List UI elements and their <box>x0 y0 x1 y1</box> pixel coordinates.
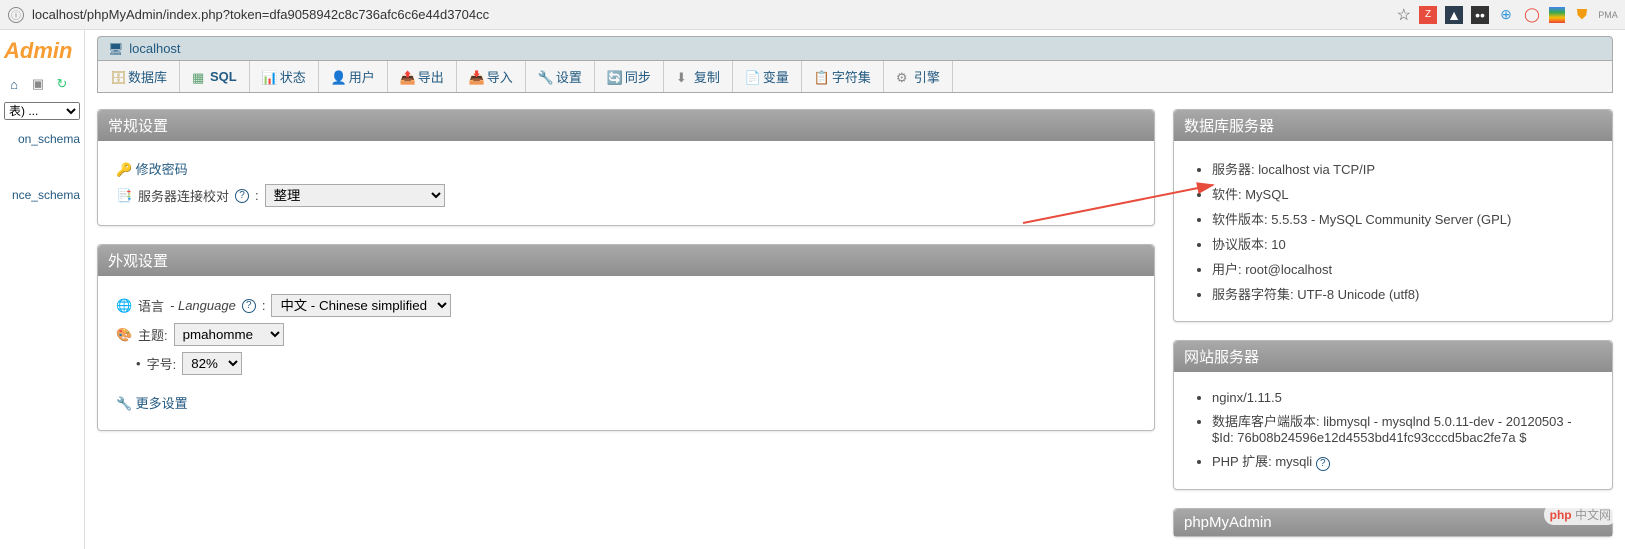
language-label-en: - Language <box>170 298 236 313</box>
theme-label: 主题: <box>138 325 168 344</box>
language-icon: 🌐 <box>116 298 132 314</box>
watermark: php 中文网 <box>1544 504 1617 525</box>
ext-icon-5[interactable]: ◯ <box>1523 6 1541 24</box>
database-select[interactable]: 表) ... <box>4 102 80 120</box>
theme-select[interactable]: pmahomme <box>174 323 284 346</box>
sql-icon: ▦ <box>192 70 206 84</box>
panel-title: 外观设置 <box>98 245 1154 276</box>
help-icon[interactable]: ? <box>235 189 249 203</box>
tab-replication[interactable]: ⬇复制 <box>664 61 733 92</box>
collation-icon: 📑 <box>116 188 132 204</box>
db-server-item: 服务器字符集: UTF-8 Unicode (utf8) <box>1212 284 1594 303</box>
tab-export[interactable]: 📤导出 <box>388 61 457 92</box>
star-icon[interactable]: ☆ <box>1397 5 1411 25</box>
db-server-panel: 数据库服务器 服务器: localhost via TCP/IP 软件: MyS… <box>1173 109 1613 322</box>
appearance-settings-panel: 外观设置 🌐 语言 - Language ?: 中文 - Chinese sim… <box>97 244 1155 431</box>
replication-icon: ⬇ <box>676 70 690 84</box>
db-server-item: 软件版本: 5.5.53 - MySQL Community Server (G… <box>1212 209 1594 228</box>
db-server-item: 软件: MySQL <box>1212 184 1594 203</box>
panel-title: 网站服务器 <box>1174 341 1612 372</box>
ext-icon-6[interactable] <box>1549 7 1565 23</box>
tabs: 🗄数据库 ▦SQL 📊状态 👤用户 📤导出 📥导入 🔧设置 🔄同步 ⬇复制 📄变… <box>97 61 1613 93</box>
tab-settings[interactable]: 🔧设置 <box>526 61 595 92</box>
tab-import[interactable]: 📥导入 <box>457 61 526 92</box>
users-icon: 👤 <box>331 70 345 84</box>
sidebar-db-item[interactable]: on_schema <box>0 126 84 152</box>
database-icon: 🗄 <box>110 70 124 84</box>
info-icon[interactable]: ⓘ <box>8 7 24 23</box>
ext-icon-1[interactable]: Z <box>1419 6 1437 24</box>
ext-icon-3[interactable]: •• <box>1471 6 1489 24</box>
wrench-icon: 🔧 <box>538 70 552 84</box>
db-server-item: 用户: root@localhost <box>1212 259 1594 278</box>
web-server-panel: 网站服务器 nginx/1.11.5 数据库客户端版本: libmysql - … <box>1173 340 1613 490</box>
variables-icon: 📄 <box>745 70 759 84</box>
web-server-item: nginx/1.11.5 <box>1212 390 1594 405</box>
web-server-item: 数据库客户端版本: libmysql - mysqlnd 5.0.11-dev … <box>1212 411 1594 445</box>
general-settings-panel: 常规设置 🔑 修改密码 📑 服务器连接校对 ?: 整理 <box>97 109 1155 226</box>
panel-title: 数据库服务器 <box>1174 110 1612 141</box>
export-icon: 📤 <box>400 70 414 84</box>
ext-icon-7[interactable]: ⛊ <box>1573 6 1591 24</box>
home-icon[interactable]: ⌂ <box>6 76 22 92</box>
wrench-icon: 🔧 <box>116 396 132 412</box>
engine-icon: ⚙ <box>896 70 910 84</box>
logo: Admin <box>0 30 84 72</box>
help-icon[interactable]: ? <box>242 299 256 313</box>
collation-label: 服务器连接校对 <box>138 186 229 205</box>
breadcrumb: 🖥 localhost <box>97 36 1613 61</box>
url-text[interactable]: localhost/phpMyAdmin/index.php?token=dfa… <box>32 7 489 22</box>
status-icon: 📊 <box>262 70 276 84</box>
more-settings-link[interactable]: 更多设置 <box>136 396 188 411</box>
sidebar: Admin ⌂ ▣ ↻ 表) ... on_schema nce_schema <box>0 30 85 549</box>
ext-icon-4[interactable]: ⊕ <box>1497 6 1515 24</box>
sync-icon: 🔄 <box>607 70 621 84</box>
ext-icon-2[interactable]: ▲ <box>1445 6 1463 24</box>
web-server-item: PHP 扩展: mysqli ? <box>1212 451 1594 471</box>
language-label: 语言 <box>138 296 164 315</box>
change-password-link[interactable]: 修改密码 <box>136 162 188 177</box>
help-icon[interactable]: ? <box>1316 457 1330 471</box>
tab-sql[interactable]: ▦SQL <box>180 61 250 92</box>
theme-icon: 🎨 <box>116 327 132 343</box>
tab-users[interactable]: 👤用户 <box>319 61 388 92</box>
import-icon: 📥 <box>469 70 483 84</box>
fontsize-select[interactable]: 82% <box>182 352 242 375</box>
charset-icon: 📋 <box>814 70 828 84</box>
collation-select[interactable]: 整理 <box>265 184 445 207</box>
tab-variables[interactable]: 📄变量 <box>733 61 802 92</box>
tab-databases[interactable]: 🗄数据库 <box>98 61 180 92</box>
server-icon: 🖥 <box>108 42 123 56</box>
language-select[interactable]: 中文 - Chinese simplified <box>271 294 451 317</box>
key-icon: 🔑 <box>116 162 132 178</box>
tab-sync[interactable]: 🔄同步 <box>595 61 664 92</box>
tab-charsets[interactable]: 📋字符集 <box>802 61 884 92</box>
tab-status[interactable]: 📊状态 <box>250 61 319 92</box>
browser-address-bar: ⓘ localhost/phpMyAdmin/index.php?token=d… <box>0 0 1625 30</box>
refresh-icon[interactable]: ↻ <box>54 76 70 92</box>
tab-engines[interactable]: ⚙引擎 <box>884 61 953 92</box>
breadcrumb-server[interactable]: localhost <box>129 41 180 56</box>
db-server-item: 协议版本: 10 <box>1212 234 1594 253</box>
main-content: 🖥 localhost 🗄数据库 ▦SQL 📊状态 👤用户 📤导出 📥导入 🔧设… <box>85 30 1625 549</box>
browser-extensions: ☆ Z ▲ •• ⊕ ◯ ⛊ PMA <box>1397 5 1617 25</box>
db-server-item: 服务器: localhost via TCP/IP <box>1212 159 1594 178</box>
ext-icon-8[interactable]: PMA <box>1599 6 1617 24</box>
panel-title: 常规设置 <box>98 110 1154 141</box>
fontsize-label: 字号: <box>147 354 177 373</box>
sidebar-db-item[interactable]: nce_schema <box>0 182 84 208</box>
logout-icon[interactable]: ▣ <box>30 76 46 92</box>
